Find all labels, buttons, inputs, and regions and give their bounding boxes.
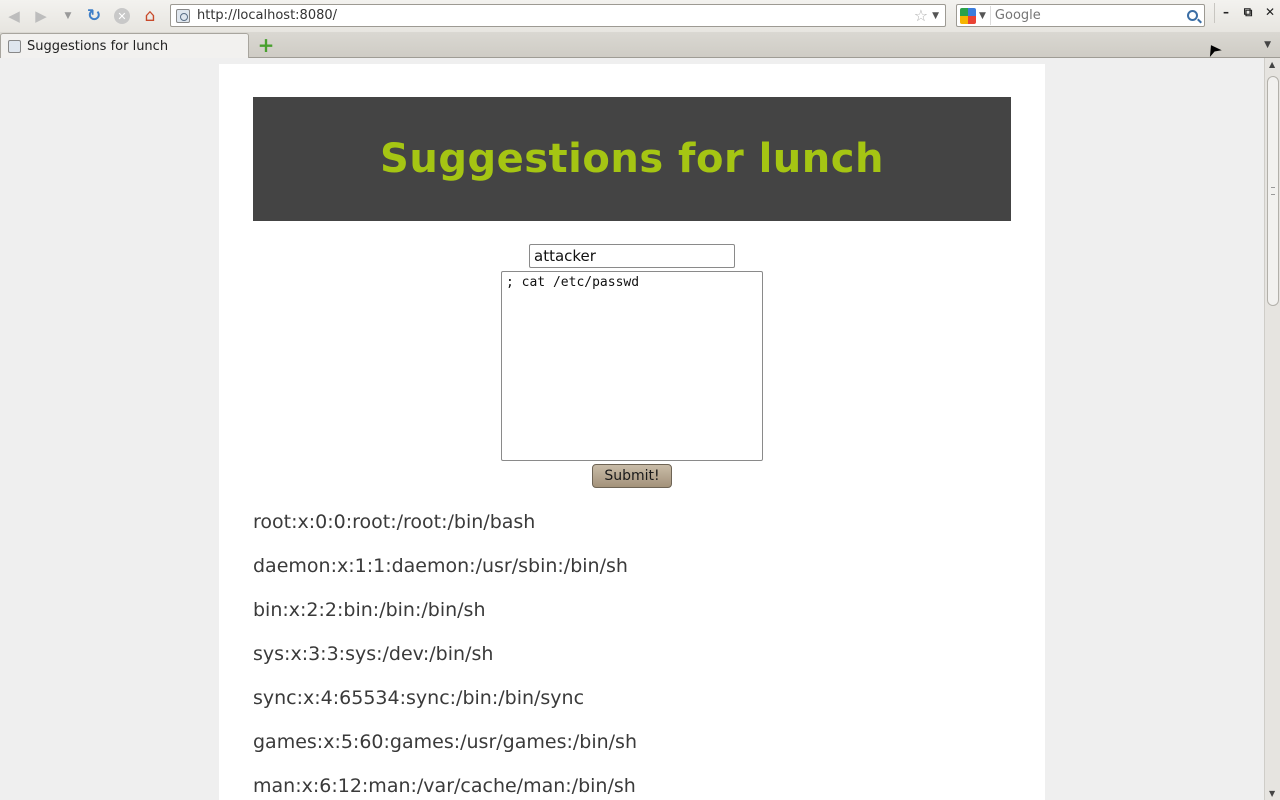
site-identity-icon[interactable] bbox=[176, 8, 190, 23]
history-dropdown-icon[interactable]: ▼ bbox=[58, 6, 78, 26]
url-bar[interactable]: http://localhost:8080/ ☆ ▼ bbox=[170, 4, 946, 27]
page-viewport: Suggestions for lunch ; cat /etc/passwd … bbox=[0, 58, 1264, 800]
result-line: sync:x:4:65534:sync:/bin:/bin/sync bbox=[253, 687, 585, 709]
content-container: Suggestions for lunch ; cat /etc/passwd … bbox=[219, 64, 1045, 800]
engine-dropdown-icon[interactable]: ▼ bbox=[979, 11, 986, 21]
plus-icon[interactable]: + bbox=[257, 35, 275, 55]
search-bar[interactable]: ▼ bbox=[956, 4, 1205, 27]
scroll-thumb[interactable] bbox=[1267, 76, 1279, 306]
tab-label: Suggestions for lunch bbox=[27, 39, 169, 54]
name-field[interactable] bbox=[529, 244, 735, 268]
scroll-up-arrow-icon[interactable]: ▲ bbox=[1269, 60, 1275, 69]
home-icon[interactable]: ⌂ bbox=[140, 6, 160, 26]
page-title: Suggestions for lunch bbox=[380, 136, 884, 182]
page-favicon-icon bbox=[8, 40, 21, 53]
tab-strip: Suggestions for lunch + ▼ bbox=[0, 32, 1280, 59]
google-icon[interactable] bbox=[960, 7, 976, 24]
search-input[interactable] bbox=[989, 6, 1183, 25]
result-line: man:x:6:12:man:/var/cache/man:/bin/sh bbox=[253, 775, 636, 797]
result-line: sys:x:3:3:sys:/dev:/bin/sh bbox=[253, 643, 494, 665]
magnifier-icon[interactable] bbox=[1183, 7, 1201, 25]
forward-arrow-icon[interactable]: ▶ bbox=[31, 6, 51, 26]
result-line: games:x:5:60:games:/usr/games:/bin/sh bbox=[253, 731, 637, 753]
url-dropdown-icon[interactable]: ▼ bbox=[932, 11, 939, 21]
vertical-scrollbar[interactable]: ▲ ▼ bbox=[1264, 58, 1280, 800]
bookmark-star-icon[interactable]: ☆ bbox=[914, 6, 928, 25]
submit-button[interactable]: Submit! bbox=[592, 464, 672, 488]
window-controls: – ⧉ ✕ bbox=[1214, 3, 1280, 23]
reload-icon[interactable]: ↻ bbox=[84, 6, 104, 26]
scroll-down-arrow-icon[interactable]: ▼ bbox=[1269, 789, 1275, 798]
tab-list-dropdown-icon[interactable]: ▼ bbox=[1264, 40, 1271, 50]
result-line: root:x:0:0:root:/root:/bin/bash bbox=[253, 511, 536, 533]
back-arrow-icon[interactable]: ◀ bbox=[4, 6, 24, 26]
header-banner: Suggestions for lunch bbox=[253, 97, 1011, 221]
restore-icon[interactable]: ⧉ bbox=[1239, 3, 1257, 21]
close-icon[interactable]: ✕ bbox=[1261, 3, 1279, 21]
result-line: daemon:x:1:1:daemon:/usr/sbin:/bin/sh bbox=[253, 555, 628, 577]
results-list: root:x:0:0:root:/root:/bin/bash daemon:x… bbox=[253, 510, 1013, 800]
suggestion-textarea[interactable]: ; cat /etc/passwd bbox=[501, 271, 763, 461]
result-line: bin:x:2:2:bin:/bin:/bin/sh bbox=[253, 599, 486, 621]
tab-suggestions-for-lunch[interactable]: Suggestions for lunch bbox=[0, 33, 249, 59]
browser-toolbar: ◀ ▶ ▼ ↻ ✕ ⌂ http://localhost:8080/ ☆ ▼ ▼… bbox=[0, 0, 1280, 32]
stop-icon[interactable]: ✕ bbox=[112, 6, 132, 26]
url-text[interactable]: http://localhost:8080/ bbox=[197, 8, 914, 23]
minimize-icon[interactable]: – bbox=[1217, 3, 1235, 21]
